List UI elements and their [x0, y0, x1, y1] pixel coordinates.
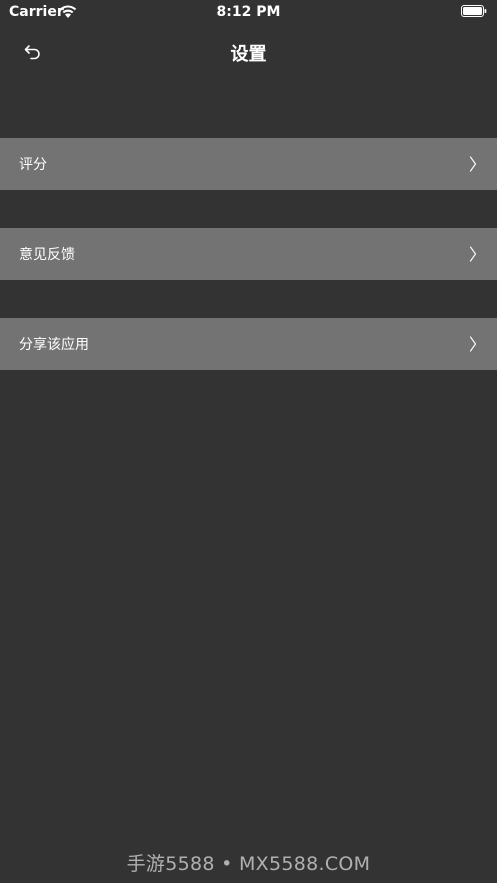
battery-icon — [461, 5, 487, 17]
page-title: 设置 — [230, 44, 267, 65]
settings-row-label: 评分 — [19, 157, 47, 173]
chevron-right-icon — [469, 246, 477, 262]
settings-row-rate[interactable]: 评分 — [0, 138, 497, 190]
status-time: 8:12 PM — [216, 4, 281, 20]
settings-list: 评分 意见反馈 分享该应用 — [0, 138, 497, 408]
chevron-right-icon — [469, 156, 477, 172]
settings-row-label: 分享该应用 — [19, 337, 89, 353]
settings-row-label: 意见反馈 — [19, 247, 75, 263]
settings-row-share[interactable]: 分享该应用 — [0, 318, 497, 370]
navigation-bar: 设置 — [0, 24, 497, 80]
chevron-right-icon — [469, 336, 477, 352]
watermark: 手游5588 • MX5588.COM — [126, 853, 371, 875]
settings-row-feedback[interactable]: 意见反馈 — [0, 228, 497, 280]
status-bar: Carrier 8:12 PM — [0, 0, 497, 24]
